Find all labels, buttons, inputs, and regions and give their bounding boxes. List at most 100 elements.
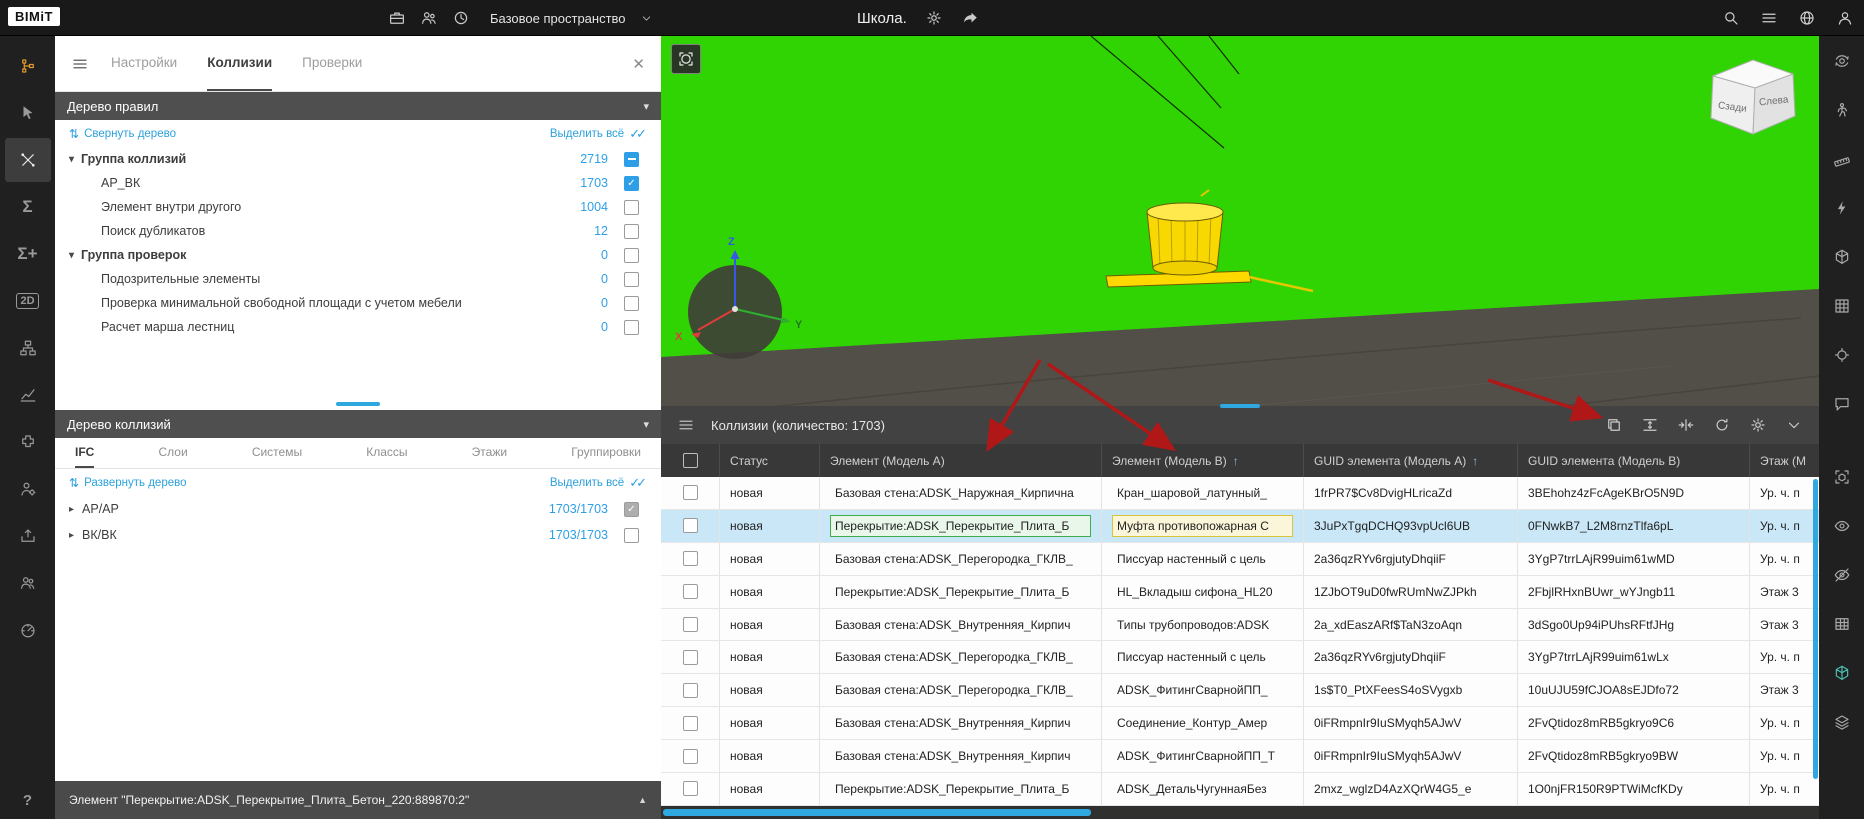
globe-icon[interactable]	[1798, 9, 1816, 27]
grid-table-icon[interactable]	[1827, 609, 1857, 639]
table-row[interactable]: новая Перекрытие:ADSK_Перекрытие_Плита_Б…	[661, 773, 1819, 806]
projects-icon[interactable]	[388, 9, 406, 27]
hierarchy-icon[interactable]	[5, 326, 51, 370]
collision-tree-tab[interactable]: Слои	[158, 438, 187, 468]
row-height-icon[interactable]	[1641, 416, 1659, 434]
collision-group-checkbox[interactable]	[624, 528, 639, 543]
row-checkbox[interactable]	[683, 518, 698, 533]
row-checkbox[interactable]	[683, 485, 698, 500]
close-panel-icon[interactable]	[632, 55, 645, 73]
collision-tree-tab[interactable]: Системы	[252, 438, 302, 468]
table-row[interactable]: новая Базовая стена:ADSK_Перегородка_ГКЛ…	[661, 543, 1819, 576]
row-checkbox[interactable]	[683, 650, 698, 665]
panel-resize-handle[interactable]	[1220, 404, 1260, 408]
history-icon[interactable]	[452, 9, 470, 27]
collision-tree-header[interactable]: Дерево коллизий	[55, 410, 661, 438]
table-row[interactable]: новая Перекрытие:ADSK_Перекрытие_Плита_Б…	[661, 576, 1819, 609]
collision-tree-tab[interactable]: IFC	[75, 438, 94, 468]
expand-tree-button[interactable]: Развернуть дерево	[69, 476, 187, 490]
table-row[interactable]: новая Базовая стена:ADSK_Внутренняя_Кирп…	[661, 740, 1819, 773]
column-guid-a[interactable]: GUID элемента (Модель A)↑	[1303, 444, 1517, 477]
panel-tab[interactable]: Коллизии	[207, 36, 272, 91]
section-cut-icon[interactable]	[1827, 193, 1857, 223]
help-icon[interactable]: ?	[0, 792, 55, 809]
collision-tree-tab[interactable]: Этажи	[472, 438, 507, 468]
row-checkbox[interactable]	[683, 781, 698, 796]
row-checkbox[interactable]	[683, 683, 698, 698]
row-checkbox[interactable]	[683, 716, 698, 731]
expand-arrow-icon[interactable]	[69, 250, 74, 261]
chart-icon[interactable]	[5, 373, 51, 417]
plugins-icon[interactable]	[5, 420, 51, 464]
focus-icon[interactable]	[1827, 340, 1857, 370]
scrollbar-thumb[interactable]	[663, 809, 1091, 816]
share-icon[interactable]	[961, 9, 979, 27]
box-section-icon[interactable]	[1827, 242, 1857, 272]
chevron-down-icon[interactable]	[640, 12, 653, 25]
table-row[interactable]: новая Базовая стена:ADSK_Внутренняя_Кирп…	[661, 707, 1819, 740]
select-all-checkbox[interactable]	[683, 453, 698, 468]
rules-tree-header[interactable]: Дерево правил	[55, 92, 661, 120]
user-settings-icon[interactable]	[5, 467, 51, 511]
sections-layers-icon[interactable]	[1827, 707, 1857, 737]
hide-eye-icon[interactable]	[1827, 560, 1857, 590]
grid-icon[interactable]	[1827, 291, 1857, 321]
2d-view-icon[interactable]: 2D	[5, 279, 51, 323]
rule-row[interactable]: Расчет марша лестниц 0	[55, 315, 661, 339]
row-checkbox[interactable]	[683, 749, 698, 764]
viewpoint-capture-button[interactable]	[671, 44, 701, 74]
table-row[interactable]: новая Базовая стена:ADSK_Внутренняя_Кирп…	[661, 609, 1819, 642]
column-floor[interactable]: Этаж (М	[1749, 444, 1819, 477]
row-checkbox[interactable]	[683, 551, 698, 566]
dashboard-icon[interactable]	[5, 608, 51, 652]
panel-tab[interactable]: Проверки	[302, 36, 362, 91]
collapse-tree-button[interactable]: Свернуть дерево	[69, 127, 176, 141]
rule-row[interactable]: Проверка минимальной свободной площади с…	[55, 291, 661, 315]
export-icon[interactable]	[5, 514, 51, 558]
project-settings-icon[interactable]	[925, 9, 943, 27]
rule-checkbox[interactable]	[624, 152, 639, 167]
rule-checkbox[interactable]	[624, 272, 639, 287]
workspace-selector[interactable]: Базовое пространство	[490, 11, 626, 26]
account-icon[interactable]	[1836, 9, 1854, 27]
select-all-rules-button[interactable]: Выделить всё	[550, 126, 647, 142]
column-guid-b[interactable]: GUID элемента (Модель B)	[1517, 444, 1749, 477]
show-eye-icon[interactable]	[1827, 511, 1857, 541]
panel-menu-icon[interactable]	[71, 55, 89, 73]
rule-checkbox[interactable]	[624, 320, 639, 335]
collisions-tool-icon[interactable]	[5, 138, 51, 182]
search-icon[interactable]	[1722, 9, 1740, 27]
table-row[interactable]: новая Базовая стена:ADSK_Перегородка_ГКЛ…	[661, 641, 1819, 674]
collapse-panel-icon[interactable]	[1785, 416, 1803, 434]
users-icon[interactable]	[420, 9, 438, 27]
collision-group-checkbox[interactable]	[624, 502, 639, 517]
rule-row[interactable]: АР_ВК 1703	[55, 171, 661, 195]
collapsed-arrow-icon[interactable]	[69, 504, 74, 515]
rule-checkbox[interactable]	[624, 296, 639, 311]
first-person-icon[interactable]	[1827, 95, 1857, 125]
settings-icon[interactable]	[1749, 416, 1767, 434]
refresh-icon[interactable]	[1713, 416, 1731, 434]
rule-row[interactable]: Поиск дубликатов 12	[55, 219, 661, 243]
collision-tree-tab[interactable]: Классы	[366, 438, 407, 468]
table-row[interactable]: новая Перекрытие:ADSK_Перекрытие_Плита_Б…	[661, 510, 1819, 543]
model-structure-icon[interactable]	[5, 44, 51, 88]
rule-row[interactable]: Подозрительные элементы 0	[55, 267, 661, 291]
collision-tree-row[interactable]: АР/АР 1703/1703	[55, 496, 661, 522]
column-element-b[interactable]: Элемент (Модель B)↑	[1101, 444, 1303, 477]
rule-checkbox[interactable]	[624, 176, 639, 191]
column-element-a[interactable]: Элемент (Модель A)	[819, 444, 1101, 477]
vertical-scrollbar[interactable]	[1813, 479, 1818, 779]
sum-plus-tool-icon[interactable]: Σ+	[5, 232, 51, 276]
row-checkbox[interactable]	[683, 617, 698, 632]
collapsed-arrow-icon[interactable]	[69, 530, 74, 541]
horizontal-scrollbar[interactable]	[661, 806, 1819, 819]
orbit-icon[interactable]	[1827, 46, 1857, 76]
panel-tab[interactable]: Настройки	[111, 36, 177, 91]
row-checkbox[interactable]	[683, 584, 698, 599]
comments-icon[interactable]	[1827, 389, 1857, 419]
rule-row[interactable]: Группа коллизий 2719	[55, 147, 661, 171]
collision-tree-row[interactable]: ВК/ВК 1703/1703	[55, 522, 661, 548]
rule-row[interactable]: Элемент внутри другого 1004	[55, 195, 661, 219]
cube-icon[interactable]	[1827, 658, 1857, 688]
